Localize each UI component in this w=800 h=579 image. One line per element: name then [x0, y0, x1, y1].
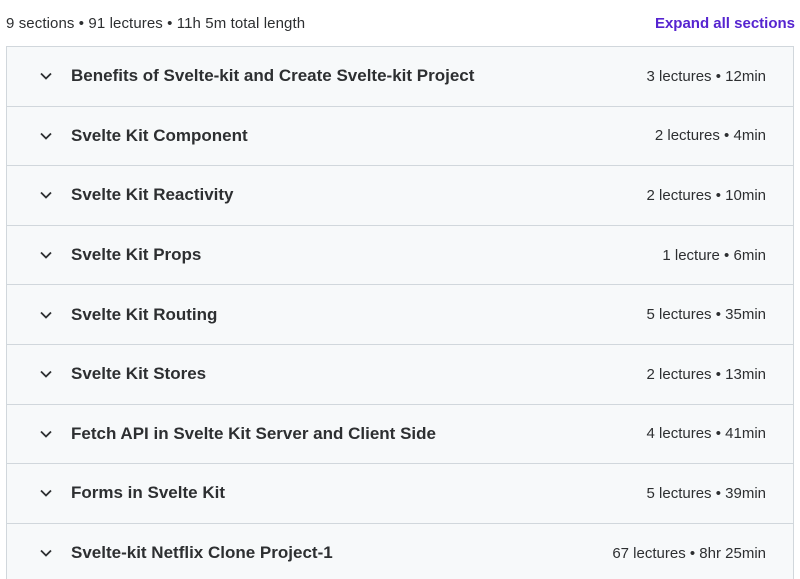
- section-row-stores[interactable]: Svelte Kit Stores 2 lectures • 13min: [7, 344, 793, 405]
- section-meta: 67 lectures • 8hr 25min: [612, 544, 766, 562]
- section-title: Benefits of Svelte-kit and Create Svelte…: [71, 66, 475, 86]
- section-meta: 4 lectures • 41min: [646, 425, 766, 443]
- section-title: Forms in Svelte Kit: [71, 483, 225, 503]
- chevron-down-icon: [39, 486, 53, 500]
- section-meta: 5 lectures • 39min: [646, 484, 766, 502]
- chevron-down-icon: [39, 69, 53, 83]
- curriculum-sections-list: Benefits of Svelte-kit and Create Svelte…: [6, 46, 794, 579]
- section-meta: 2 lectures • 10min: [646, 186, 766, 204]
- section-row-forms[interactable]: Forms in Svelte Kit 5 lectures • 39min: [7, 464, 793, 524]
- chevron-down-icon: [39, 546, 53, 560]
- section-meta: 3 lectures • 12min: [646, 67, 766, 85]
- section-row-netflix-clone[interactable]: Svelte-kit Netflix Clone Project-1 67 le…: [7, 523, 793, 579]
- section-row-reactivity[interactable]: Svelte Kit Reactivity 2 lectures • 10min: [7, 166, 793, 226]
- chevron-down-icon: [39, 427, 53, 441]
- chevron-down-icon: [39, 129, 53, 143]
- section-meta: 1 lecture • 6min: [662, 246, 766, 264]
- section-title: Svelte Kit Props: [71, 245, 202, 265]
- section-row-component[interactable]: Svelte Kit Component 2 lectures • 4min: [7, 106, 793, 167]
- chevron-down-icon: [39, 248, 53, 262]
- chevron-down-icon: [39, 308, 53, 322]
- section-meta: 2 lectures • 4min: [654, 127, 766, 145]
- section-row-routing[interactable]: Svelte Kit Routing 5 lectures • 35min: [7, 285, 793, 345]
- section-row-props[interactable]: Svelte Kit Props 1 lecture • 6min: [7, 225, 793, 286]
- chevron-down-icon: [39, 367, 53, 381]
- section-title: Svelte Kit Routing: [71, 304, 218, 324]
- section-meta: 2 lectures • 13min: [646, 365, 766, 383]
- section-row-fetch-api[interactable]: Fetch API in Svelte Kit Server and Clien…: [7, 404, 793, 465]
- section-title: Svelte-kit Netflix Clone Project-1: [71, 543, 333, 563]
- section-title: Svelte Kit Reactivity: [71, 185, 234, 205]
- curriculum-summary-text: 9 sections • 91 lectures • 11h 5m total …: [6, 14, 306, 32]
- expand-all-sections-button[interactable]: Expand all sections: [655, 15, 795, 32]
- section-meta: 5 lectures • 35min: [646, 306, 766, 324]
- section-title: Svelte Kit Stores: [71, 364, 207, 384]
- section-row-benefits[interactable]: Benefits of Svelte-kit and Create Svelte…: [7, 47, 793, 107]
- section-title: Svelte Kit Component: [71, 125, 248, 145]
- chevron-down-icon: [39, 188, 53, 202]
- section-title: Fetch API in Svelte Kit Server and Clien…: [71, 423, 436, 443]
- curriculum-summary-bar: 9 sections • 91 lectures • 11h 5m total …: [6, 0, 795, 46]
